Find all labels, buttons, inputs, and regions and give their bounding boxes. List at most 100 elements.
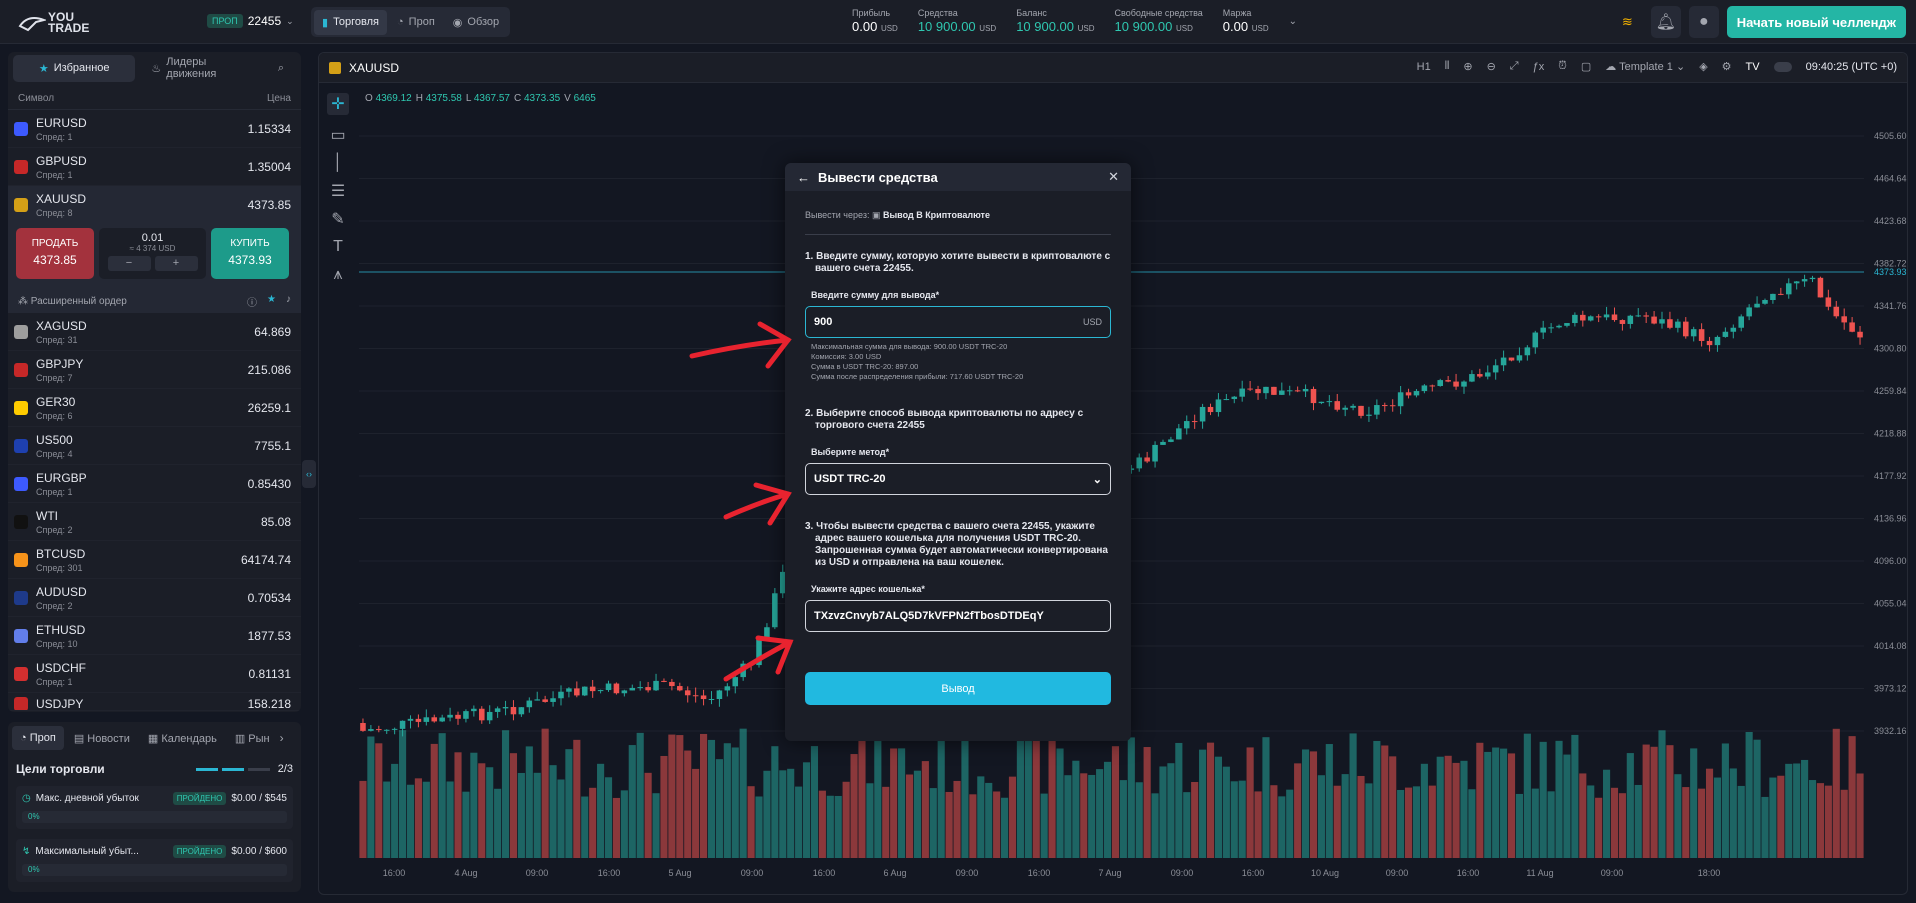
volume-bar [1603,769,1611,858]
lot-plus-button[interactable]: + [154,256,198,271]
volume-bar [755,796,763,858]
notifications-button[interactable]: 🔔︎ [1650,6,1681,38]
watchlist-row[interactable]: EURGBP Спред: 1 0.85430 [8,465,301,503]
tab-label: Рын [248,732,270,745]
advanced-order-label: Расширенный ордер [30,295,127,307]
candle-body [1429,385,1436,387]
settings-icon[interactable]: ⚙ [1722,60,1732,73]
candle-body [716,690,723,699]
bell-icon[interactable]: ♪ [286,294,291,309]
chart-symbol[interactable]: XAUUSD [349,61,399,75]
back-arrow-icon[interactable]: ← [797,170,810,185]
candle-body [1643,315,1649,317]
fullscreen-icon[interactable]: ⤢ [1510,60,1519,73]
advanced-order[interactable]: ⁂ Расширенный ордер ⓘ ★ ♪ [8,289,301,313]
tab-movers[interactable]: ♨ Лидеры движения [139,52,261,87]
panel-collapse-handle[interactable]: ‹› [302,460,316,488]
stats-expand-icon[interactable]: ⌄ [1289,8,1297,34]
candle-body [502,707,509,709]
watchlist-row[interactable]: XAUUSD Спред: 8 4373.85 [8,186,301,224]
symbol-spread: Спред: 301 [36,562,83,573]
method-select[interactable]: USDT TRC-20 ⌄ [805,463,1111,495]
tab-news[interactable]: ▤ Новости [66,726,138,751]
volume-bar [399,730,407,858]
layers-icon[interactable]: ◈ [1699,60,1707,73]
nav-tab-label: Торговля [333,16,380,28]
symbol-name: US500 [36,432,73,447]
square-icon[interactable]: ▢ [1581,60,1591,73]
lot-value[interactable]: 0.01 [99,232,206,244]
tab-calendar[interactable]: ▦ Календарь [140,726,225,751]
new-challenge-button[interactable]: Начать новый челлендж [1726,6,1906,38]
watchlist-row[interactable]: BTCUSD Спред: 301 64174.74 [8,541,301,579]
candle-body [1231,396,1238,400]
symbol-name: XAGUSD [36,318,87,333]
volume-bar [1278,796,1286,858]
nav-tab-trading[interactable]: ▮ Торговля [314,9,388,35]
close-icon[interactable]: ✕ [1108,169,1119,185]
candles-icon[interactable]: ⫴ [1445,60,1450,73]
nav-tab-prop[interactable]: ◔ Проп [389,10,443,34]
volume-bar [826,795,834,858]
x-tick-label: 16:00 [813,868,836,878]
x-tick-label: 16:00 [1028,868,1051,878]
logo[interactable]: YOU TRADE [18,10,103,36]
alarm-icon[interactable]: ⏰︎ [1558,60,1567,73]
volume-bar [937,733,945,858]
candle-body [1833,306,1840,317]
volume-bar [1571,734,1579,858]
volume-bar [1230,781,1238,858]
amount-input[interactable]: 900 USD [805,306,1111,338]
info-icon[interactable]: ⓘ [247,294,257,309]
watchlist-row[interactable]: GBPUSD Спред: 1 1.35004 [8,148,301,186]
watchlist-row[interactable]: EURUSD Спред: 1 1.15334 [8,110,301,148]
watchlist-row[interactable]: WTI Спред: 2 85.08 [8,503,301,541]
watchlist-row[interactable]: GER30 Спред: 6 26259.1 [8,389,301,427]
chevron-right-icon[interactable]: › [280,731,284,745]
candle-body [1556,325,1562,328]
watchlist-row[interactable]: USDJPY 158.218 [8,693,301,711]
search-button[interactable]: ⌕ [266,55,296,82]
wallet-input[interactable]: TXzvzCnvyb7ALQ5D7kVFPN2fTbosDTDEqY [805,600,1111,632]
zoom-out-icon[interactable]: ⊖ [1487,60,1496,73]
tab-favorites[interactable]: ★ Избранное [13,54,136,82]
stat-profit: Прибыль 0.00 USD [852,8,898,34]
tab-market[interactable]: ▥ Рын [227,726,278,751]
candle-body [494,708,501,712]
volume-bar [1848,736,1856,858]
watchlist-row[interactable]: AUDUSD Спред: 2 0.70534 [8,579,301,617]
volume-bar [921,761,929,858]
withdraw-submit-button[interactable]: Вывод [805,672,1111,705]
watchlist-row[interactable]: GBPJPY Спред: 7 215.086 [8,351,301,389]
watchlist-row[interactable]: XAGUSD Спред: 31 64.869 [8,313,301,351]
candle-body [1255,389,1261,394]
tab-prop[interactable]: ◔ Проп [12,726,64,750]
candle-body [574,688,580,696]
volume-bar [652,793,660,858]
nav-tab-label: Обзор [467,16,500,28]
volume-bar [359,780,367,858]
theme-toggle[interactable] [1773,61,1792,72]
nav-tab-overview[interactable]: ◉ Обзор [445,10,507,35]
candle-body [1445,380,1451,382]
timeframe-button[interactable]: H1 [1417,61,1431,73]
watchlist-row[interactable]: USDCHF Спред: 1 0.81131 [8,655,301,693]
wallet-label: Укажите адрес кошелька* [811,584,925,594]
watchlist-row[interactable]: US500 Спред: 4 7755.1 [8,427,301,465]
watchlist-row[interactable]: ETHUSD Спред: 10 1877.53 [8,617,301,655]
profile-button[interactable]: ● [1688,6,1719,38]
template-button[interactable]: ☁ Template 1 ⌄ [1605,60,1685,73]
star-icon[interactable]: ★ [267,294,276,309]
account-selector[interactable]: ПРОП 22455 ⌄ [207,14,294,28]
lot-minus-button[interactable]: − [107,256,151,271]
buy-button[interactable]: КУПИТЬ 4373.93 [211,228,289,279]
volume-bar [763,770,771,858]
volume-bar [1262,737,1270,858]
indicators-icon[interactable]: ƒx [1533,61,1545,73]
candle-body [550,698,556,702]
volume-bar [1769,777,1777,858]
zoom-in-icon[interactable]: ⊕ [1463,60,1472,73]
volume-bar [1500,748,1508,858]
volume-bar [383,781,391,858]
sell-button[interactable]: ПРОДАТЬ 4373.85 [16,228,94,279]
